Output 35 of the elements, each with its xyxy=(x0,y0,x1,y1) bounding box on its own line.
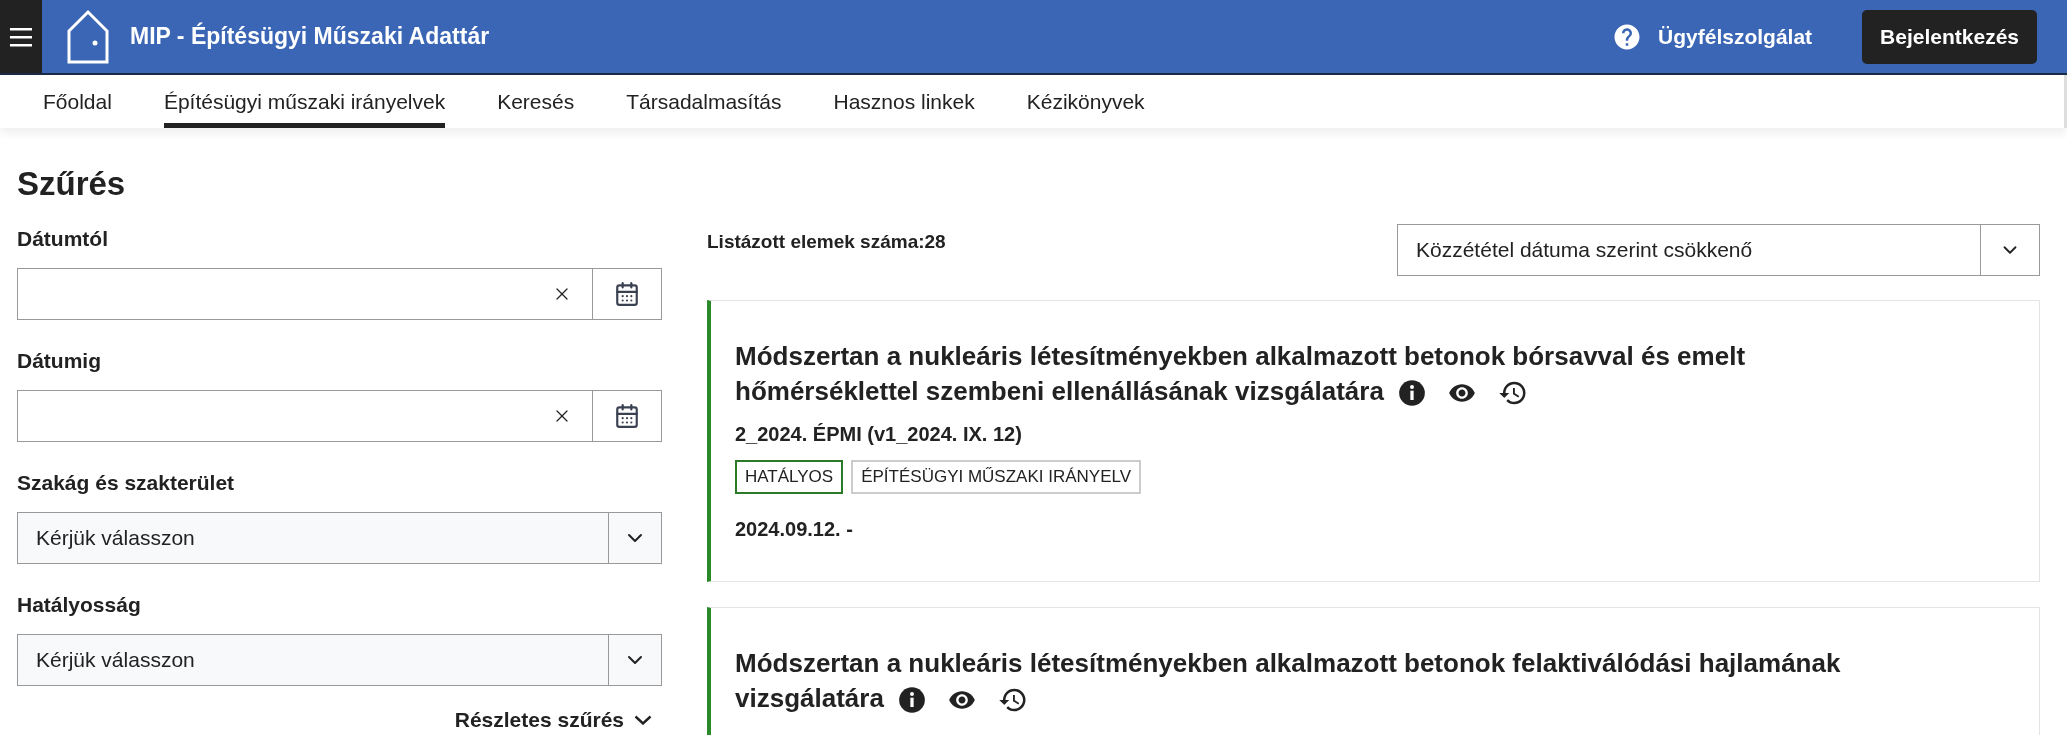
login-button[interactable]: Bejelentkezés xyxy=(1862,9,2037,64)
detailed-filter-link[interactable]: Részletes szűrés xyxy=(17,708,652,732)
menu-icon[interactable] xyxy=(10,26,32,47)
select-field[interactable]: Kérjük válasszon xyxy=(17,512,662,564)
date-field[interactable] xyxy=(17,390,662,442)
field-label: Szakág és szakterület xyxy=(17,470,236,496)
document-title[interactable]: Módszertan a nukleáris létesítményekben alkalmazott betonok felaktiválódási hajlamának vizsgálatára xyxy=(735,646,1855,716)
house-logo-icon[interactable] xyxy=(66,8,110,65)
result-count: Listázott elemek száma:28 xyxy=(707,231,946,253)
field-label: Dátumig xyxy=(17,348,102,374)
calendar-icon[interactable] xyxy=(614,281,640,307)
info-icon[interactable] xyxy=(1397,379,1426,408)
calendar-icon[interactable] xyxy=(614,403,640,429)
nav-tab[interactable]: Főoldal xyxy=(43,75,112,128)
field-label: Dátumtól xyxy=(17,226,109,252)
chevron-down-icon xyxy=(634,715,652,725)
nav-tab[interactable]: Keresés xyxy=(497,75,575,128)
document-code: 2_2024. ÉPMI (v1_2024. IX. 12) xyxy=(735,423,1023,446)
status-tag: HATÁLYOS xyxy=(735,460,844,494)
status-tag: ÉPÍTÉSÜGYI MŰSZAKI IRÁNYELV xyxy=(851,460,1142,494)
sort-select[interactable]: Közzététel dátuma szerint csökkenő xyxy=(1397,224,2040,276)
nav-tab[interactable]: Kézikönyvek xyxy=(1026,75,1145,128)
help-link[interactable]: Ügyfélszolgálat xyxy=(1612,21,1813,52)
filter-heading: Szűrés xyxy=(17,164,127,204)
nav-tab[interactable]: Építésügyi műszaki irányelvek xyxy=(163,75,446,128)
site-title: MIP - Építésügyi Műszaki Adattár xyxy=(130,23,491,50)
menu-button[interactable] xyxy=(0,0,42,73)
select-field[interactable]: Kérjük válasszon xyxy=(17,634,662,686)
info-icon[interactable] xyxy=(897,686,926,715)
nav-tab[interactable]: Társadalmasítás xyxy=(626,75,782,128)
validity-date: 2024.09.12. - xyxy=(735,518,854,541)
nav-tab[interactable]: Hasznos linkek xyxy=(833,75,975,128)
field-label: Hatályosság xyxy=(17,592,142,618)
document-title[interactable]: Módszertan a nukleáris létesítményekben alkalmazott betonok bórsavval és emelt hőmérséklettel szembeni ellenállásának vizsgálatára xyxy=(735,339,1855,409)
date-field[interactable] xyxy=(17,268,662,320)
